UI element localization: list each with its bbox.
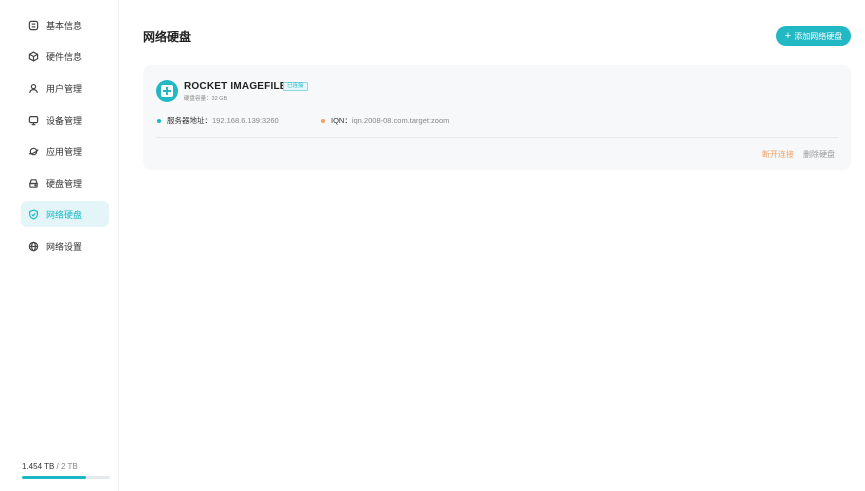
- iqn-row: IQN： iqn.2008-08.com.target:zoom: [321, 115, 449, 126]
- sidebar-item-label: 硬件信息: [46, 51, 83, 62]
- card-divider: [156, 137, 838, 138]
- sidebar-item-label: 应用管理: [46, 146, 83, 157]
- status-badge: 已连接: [283, 82, 308, 91]
- server-value: 192.168.6.139:3260: [212, 116, 279, 125]
- sidebar-item-device-management[interactable]: 设备管理: [21, 107, 109, 133]
- sidebar-item-label: 用户管理: [46, 83, 83, 94]
- iqn-label: IQN：: [331, 116, 352, 125]
- storage-total: 2 TB: [61, 462, 78, 471]
- plus-icon: +: [784, 29, 792, 42]
- server-dot-icon: [157, 118, 161, 123]
- iqn-value: iqn.2008-08.com.target:zoom: [351, 116, 450, 125]
- user-icon: [27, 82, 39, 94]
- page-title: 网络硬盘: [143, 30, 192, 44]
- network-disk-card: ROCKET IMAGEFILE 已连接 硬盘容量：32 GB 服务器地址： 1…: [143, 65, 851, 170]
- sidebar-item-basic-info[interactable]: 基本信息: [21, 12, 109, 38]
- disconnect-button[interactable]: 断开连接: [762, 149, 794, 160]
- globe-icon: [27, 240, 39, 252]
- app-window: 基本信息 硬件信息 用户管理 设备管理 应用管理 硬盘管理 网络硬盘 网络设置: [0, 0, 865, 491]
- info-card-icon: [27, 19, 39, 31]
- storage-separator: /: [54, 462, 61, 471]
- sidebar-item-label: 设备管理: [46, 115, 83, 126]
- monitor-icon: [27, 114, 39, 126]
- sidebar-item-user-management[interactable]: 用户管理: [21, 75, 109, 101]
- sidebar-item-disk-management[interactable]: 硬盘管理: [21, 170, 109, 196]
- sidebar-item-label: 硬盘管理: [46, 178, 83, 189]
- capacity-value: 32 GB: [211, 96, 228, 102]
- disk-capacity: 硬盘容量：32 GB: [184, 94, 227, 102]
- cube-icon: [27, 50, 39, 62]
- sidebar-item-label: 网络设置: [46, 241, 83, 252]
- delete-disk-button[interactable]: 删除硬盘: [803, 149, 835, 160]
- disk-name: ROCKET IMAGEFILE: [184, 81, 287, 92]
- sidebar-item-network-settings[interactable]: 网络设置: [21, 233, 109, 259]
- sidebar-item-label: 基本信息: [46, 20, 83, 31]
- storage-usage: 1.454 TB / 2 TB: [22, 461, 110, 479]
- hard-drive-icon: [27, 177, 39, 189]
- sidebar-item-label: 网络硬盘: [46, 209, 83, 220]
- storage-progress-bar: [22, 476, 110, 479]
- server-label: 服务器地址：: [167, 116, 212, 125]
- add-network-disk-label: 添加网络硬盘: [794, 31, 843, 41]
- disk-medical-plus-icon: [156, 80, 178, 102]
- add-network-disk-button[interactable]: + 添加网络硬盘: [776, 26, 851, 46]
- sidebar-item-app-management[interactable]: 应用管理: [21, 138, 109, 164]
- capacity-label: 硬盘容量：: [184, 96, 212, 102]
- storage-used: 1.454 TB: [22, 462, 55, 471]
- planet-icon: [27, 145, 39, 157]
- sidebar-item-hardware-info[interactable]: 硬件信息: [21, 43, 109, 69]
- sidebar: 基本信息 硬件信息 用户管理 设备管理 应用管理 硬盘管理 网络硬盘 网络设置: [10, 0, 119, 491]
- storage-progress-fill: [22, 476, 86, 479]
- shield-check-icon: [27, 208, 39, 220]
- sidebar-item-network-disk[interactable]: 网络硬盘: [21, 201, 109, 227]
- iqn-dot-icon: [321, 118, 325, 123]
- server-address-row: 服务器地址： 192.168.6.139:3260: [157, 115, 279, 126]
- storage-text: 1.454 TB / 2 TB: [22, 461, 110, 472]
